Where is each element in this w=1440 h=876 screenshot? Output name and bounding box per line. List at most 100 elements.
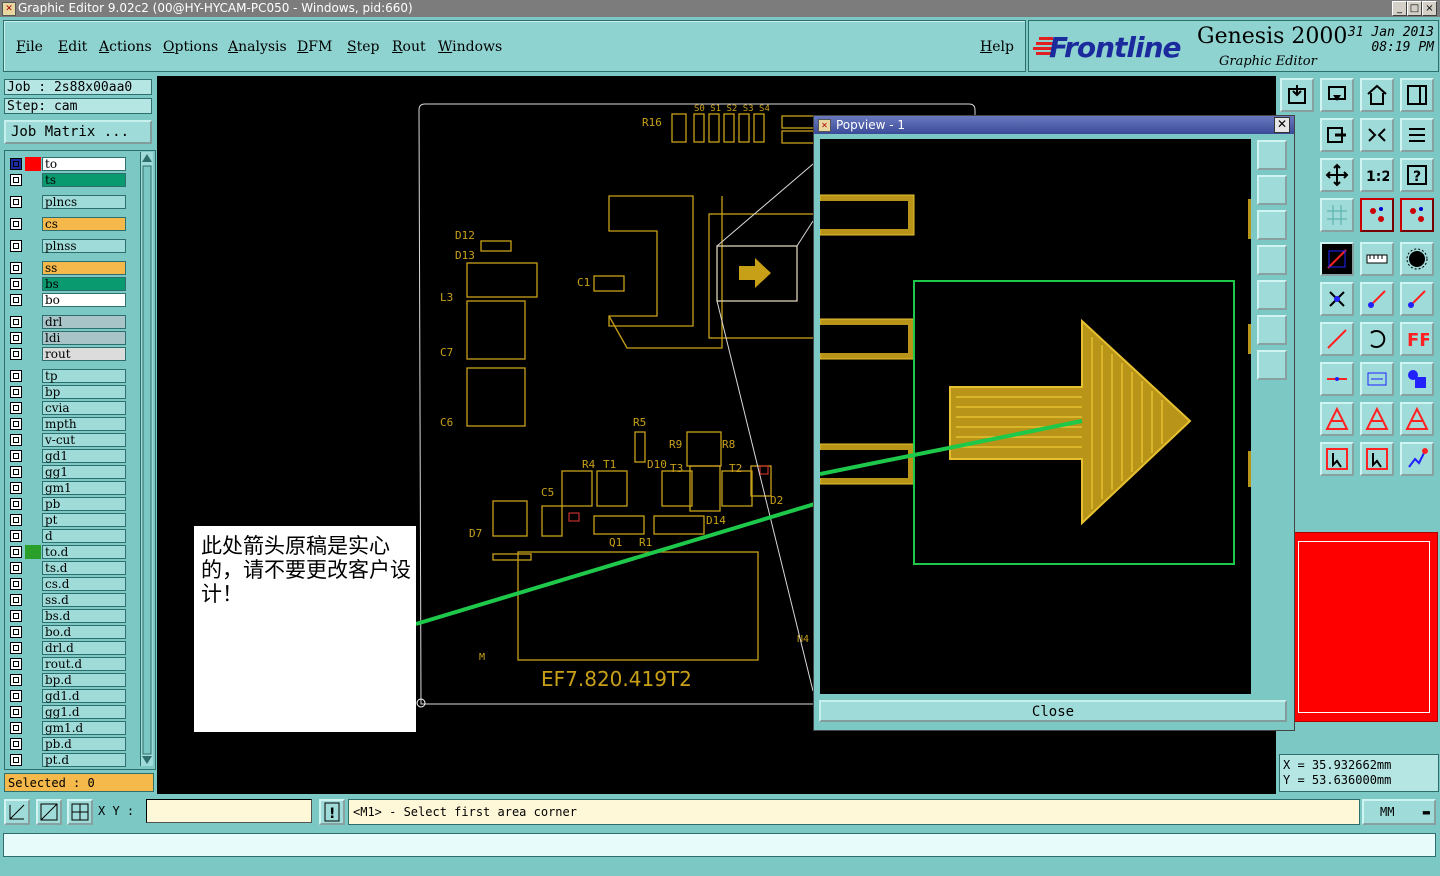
layer-row-to[interactable]: to — [8, 157, 128, 171]
layer-row-ts[interactable]: ts — [8, 173, 128, 187]
minimize-button[interactable]: _ — [1392, 1, 1407, 16]
layer-name[interactable]: bo.d — [42, 625, 126, 639]
popview-fit-icon[interactable] — [1257, 245, 1287, 275]
layer-name[interactable]: ss.d — [42, 593, 126, 607]
layer-row-gm1[interactable]: gm1 — [8, 481, 128, 495]
layer-checkbox[interactable] — [10, 594, 22, 606]
popview-center-icon[interactable] — [1257, 350, 1287, 380]
menu-actions[interactable]: Actions — [99, 39, 152, 55]
layer-checkbox[interactable] — [10, 450, 22, 462]
move-right-icon[interactable] — [1320, 118, 1354, 152]
menu-rout[interactable]: Rout — [392, 39, 426, 55]
arc-icon[interactable] — [1360, 322, 1394, 356]
text-f-icon[interactable]: FF — [1400, 322, 1434, 356]
route-icon[interactable] — [1400, 442, 1434, 476]
layer-checkbox[interactable] — [10, 278, 22, 290]
ruler-icon[interactable] — [1360, 242, 1394, 276]
layer-row-pb[interactable]: pb — [8, 497, 128, 511]
layer-checkbox[interactable] — [10, 706, 22, 718]
layer-checkbox[interactable] — [10, 348, 22, 360]
snap-icon[interactable] — [1360, 198, 1394, 232]
layer-checkbox[interactable] — [10, 738, 22, 750]
measure-tool-icon[interactable] — [36, 799, 62, 825]
layer-checkbox[interactable] — [10, 174, 22, 186]
layer-row-ss-d[interactable]: ss.d — [8, 593, 128, 607]
layer-checkbox[interactable] — [10, 370, 22, 382]
layer-row-gd1[interactable]: gd1 — [8, 449, 128, 463]
close-window-button[interactable]: × — [1422, 1, 1437, 16]
zoomed-arrow-drawing[interactable] — [820, 139, 1251, 694]
layer-row-cs-d[interactable]: cs.d — [8, 577, 128, 591]
units-dropdown[interactable]: MM ▬ — [1362, 799, 1436, 825]
layer-row-gm1-d[interactable]: gm1.d — [8, 721, 128, 735]
popview-window[interactable]: ✕ Popview - 1 ✕ Close — [813, 115, 1295, 731]
layer-row-d[interactable]: d — [8, 529, 128, 543]
job-matrix-button[interactable]: Job Matrix ... — [4, 120, 152, 144]
layer-checkbox[interactable] — [10, 294, 22, 306]
layer-checkbox[interactable] — [10, 562, 22, 574]
layer-checkbox[interactable] — [10, 332, 22, 344]
snake-icon[interactable] — [1400, 118, 1434, 152]
layer-checkbox[interactable] — [10, 498, 22, 510]
menu-dfm[interactable]: DFM — [297, 39, 332, 55]
select-cursor-2-icon[interactable] — [1360, 442, 1394, 476]
draw-line-icon[interactable] — [1320, 322, 1354, 356]
shapes-icon[interactable] — [1400, 362, 1434, 396]
popview-canvas[interactable] — [820, 139, 1251, 694]
layer-row-ldi[interactable]: ldi — [8, 331, 128, 345]
layer-name[interactable]: cs.d — [42, 577, 126, 591]
layer-checkbox[interactable] — [10, 316, 22, 328]
layer-checkbox[interactable] — [10, 482, 22, 494]
cross-icon[interactable] — [1320, 282, 1354, 316]
menu-options[interactable]: Options — [163, 39, 218, 55]
home-icon[interactable] — [1360, 78, 1394, 112]
layer-checkbox[interactable] — [10, 626, 22, 638]
layer-name[interactable]: plnss — [42, 239, 126, 253]
layer-checkbox[interactable] — [10, 240, 22, 252]
layer-checkbox[interactable] — [10, 218, 22, 230]
layer-row-bs-d[interactable]: bs.d — [8, 609, 128, 623]
layer-checkbox[interactable] — [10, 722, 22, 734]
layer-row-pt[interactable]: pt — [8, 513, 128, 527]
horizontal-line-icon[interactable] — [1320, 362, 1354, 396]
layout-icon[interactable] — [1400, 78, 1434, 112]
layer-name[interactable]: bo — [42, 293, 126, 307]
layer-name[interactable]: tp — [42, 369, 126, 383]
xy-input[interactable] — [146, 799, 312, 823]
layer-checkbox[interactable] — [10, 386, 22, 398]
layer-name[interactable]: ts.d — [42, 561, 126, 575]
layer-name[interactable]: d — [42, 529, 126, 543]
info-icon[interactable]: ! — [319, 799, 345, 825]
menu-edit[interactable]: Edit — [58, 39, 87, 55]
popview-close-x-button[interactable]: ✕ — [1274, 117, 1290, 133]
layer-name[interactable]: v-cut — [42, 433, 126, 447]
menu-file[interactable]: File — [16, 39, 43, 55]
slash-icon[interactable] — [1320, 242, 1354, 276]
layer-name[interactable]: gm1.d — [42, 721, 126, 735]
layer-row-to-d[interactable]: to.d — [8, 545, 128, 559]
menu-analysis[interactable]: Analysis — [228, 39, 287, 55]
layer-row-bo-d[interactable]: bo.d — [8, 625, 128, 639]
grid-icon[interactable] — [1320, 198, 1354, 232]
popview-close-button[interactable]: Close — [819, 700, 1287, 722]
layer-row-v-cut[interactable]: v-cut — [8, 433, 128, 447]
layer-checkbox[interactable] — [10, 158, 22, 170]
layer-name[interactable]: gd1 — [42, 449, 126, 463]
layer-row-gd1-d[interactable]: gd1.d — [8, 689, 128, 703]
layer-name[interactable]: ldi — [42, 331, 126, 345]
line-add-icon[interactable] — [1360, 282, 1394, 316]
layer-list-scrollbar[interactable] — [140, 152, 153, 766]
select-cursor-icon[interactable] — [1320, 442, 1354, 476]
snap-center-icon[interactable] — [1400, 198, 1434, 232]
layer-row-rout-d[interactable]: rout.d — [8, 657, 128, 671]
menu-windows[interactable]: Windows — [438, 39, 502, 55]
layer-checkbox[interactable] — [10, 418, 22, 430]
layer-checkbox[interactable] — [10, 674, 22, 686]
layer-name[interactable]: pt.d — [42, 753, 126, 767]
help-icon[interactable]: ? — [1400, 158, 1434, 192]
layer-row-ts-d[interactable]: ts.d — [8, 561, 128, 575]
layer-row-plncs[interactable]: plncs — [8, 195, 128, 209]
layer-checkbox[interactable] — [10, 658, 22, 670]
popview-pan-icon[interactable] — [1257, 280, 1287, 310]
layer-row-gg1[interactable]: gg1 — [8, 465, 128, 479]
